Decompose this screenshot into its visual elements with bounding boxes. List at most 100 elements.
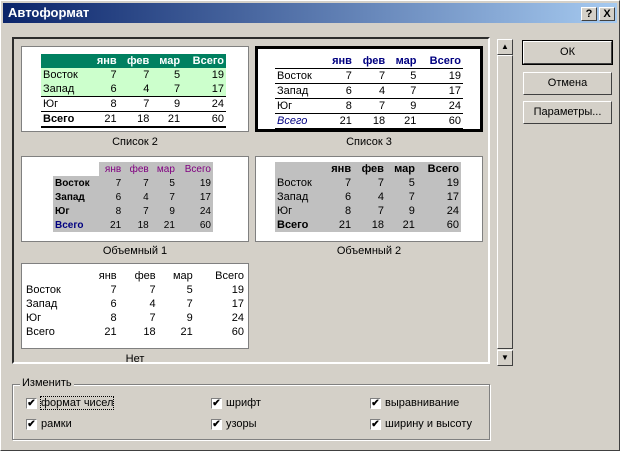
cell: Запад xyxy=(26,298,58,310)
cell: Юг xyxy=(53,204,100,218)
cell: 21 xyxy=(104,113,117,125)
autoformat-dialog: Автоформат ? X янв фев мар Всего Восток 7 7 5 1… xyxy=(0,0,620,451)
cell: 7 xyxy=(143,69,150,81)
format-list2[interactable]: янв фев мар Всего Восток 7 7 5 19 Запад 6 4 7 17 Юг… xyxy=(21,46,249,132)
cell: 24 xyxy=(211,98,224,110)
cell: 60 xyxy=(446,219,459,231)
cell: 7 xyxy=(345,70,352,82)
cell: 5 xyxy=(186,284,193,296)
cell: 7 xyxy=(123,204,151,218)
cell: Восток xyxy=(43,69,78,81)
checkbox-label: формат чисел xyxy=(39,396,115,410)
checkbox-check-icon[interactable]: ✔ xyxy=(211,397,222,409)
cell: 7 xyxy=(149,284,156,296)
cell: Запад xyxy=(53,190,100,204)
cell: 60 xyxy=(211,113,224,125)
cell: 21 xyxy=(402,219,415,231)
modify-group-label: Изменить xyxy=(20,377,74,389)
format-list3[interactable]: янв фев мар Всего Восток 7 7 5 19 Запад 6 4 7 17 Юг… xyxy=(255,46,483,132)
cell: фев xyxy=(362,55,386,67)
cell: Запад xyxy=(277,85,309,97)
checkbox-label: шрифт xyxy=(226,397,261,409)
cancel-button[interactable]: Отмена xyxy=(523,72,612,95)
checkbox-check-icon[interactable]: ✔ xyxy=(370,397,381,409)
close-button[interactable]: X xyxy=(599,7,615,21)
cell: 60 xyxy=(231,326,244,338)
cell: фев xyxy=(126,55,150,67)
cell: 21 xyxy=(150,218,177,232)
checkbox-check-icon[interactable]: ✔ xyxy=(370,418,381,430)
cell: 6 xyxy=(110,298,117,310)
cell: 7 xyxy=(186,298,193,310)
scroll-thumb[interactable] xyxy=(497,55,513,349)
title-bar[interactable]: Автоформат ? X xyxy=(3,3,617,23)
cell: 7 xyxy=(410,85,417,97)
cell: Всего xyxy=(429,55,461,67)
cell: янв xyxy=(332,55,352,67)
checkbox-check-icon[interactable]: ✔ xyxy=(26,397,37,409)
preview-table-list2: янв фев мар Всего Восток 7 7 5 19 Запад 6 4 7 17 Юг… xyxy=(41,54,226,128)
format-3d1[interactable]: янв фев мар Всего Восток 7 7 5 19 Запад 6 4 7 17 Юг… xyxy=(21,156,249,242)
borders-checkbox[interactable]: ✔ рамки xyxy=(26,418,72,430)
checkbox-label: выравнивание xyxy=(385,397,460,409)
ok-button[interactable]: ОК xyxy=(522,40,613,65)
checkbox-check-icon[interactable]: ✔ xyxy=(211,418,222,430)
cell: Всего xyxy=(43,113,75,125)
number-format-checkbox[interactable]: ✔ формат чисел xyxy=(26,396,115,410)
cell: 7 xyxy=(149,312,156,324)
cell: янв xyxy=(96,55,117,67)
checkbox-check-icon[interactable]: ✔ xyxy=(26,418,37,430)
preview-table-3d2: янв фев мар Всего Восток 7 7 5 19 Запад 6 4 7 17 Юг… xyxy=(275,162,461,232)
cell: 7 xyxy=(377,177,384,189)
cell: 6 xyxy=(344,191,352,203)
cell: 7 xyxy=(408,191,415,203)
width-height-checkbox[interactable]: ✔ ширину и высоту xyxy=(370,418,472,430)
cell: 21 xyxy=(338,219,352,231)
cell: 24 xyxy=(448,100,461,112)
format-caption: Список 3 xyxy=(346,136,392,148)
cell: 4 xyxy=(143,83,150,95)
cell: 21 xyxy=(339,115,352,127)
gallery-scrollbar[interactable]: ▲ ▼ xyxy=(497,39,513,366)
cell: Всего xyxy=(427,163,459,175)
cell: 7 xyxy=(174,83,181,95)
cell: мар xyxy=(159,55,181,67)
cell: Юг xyxy=(26,312,42,324)
cell: 4 xyxy=(377,191,384,203)
cell: 18 xyxy=(371,219,384,231)
cell: 21 xyxy=(404,115,417,127)
cell: янв xyxy=(331,163,352,175)
cell: 5 xyxy=(408,177,415,189)
format-none[interactable]: янв фев мар Всего Восток 7 7 5 19 Запад 6 4 7 17 Юг… xyxy=(21,263,249,349)
cell: Восток xyxy=(277,177,312,189)
alignment-checkbox[interactable]: ✔ выравнивание xyxy=(370,397,459,409)
format-gallery: янв фев мар Всего Восток 7 7 5 19 Запад 6 4 7 17 Юг… xyxy=(12,37,490,365)
cell: 7 xyxy=(344,177,352,189)
scroll-up-icon[interactable]: ▲ xyxy=(497,39,513,55)
cell: 4 xyxy=(123,190,151,204)
options-button[interactable]: Параметры... xyxy=(523,101,612,124)
cell: 19 xyxy=(231,284,244,296)
cell: фев xyxy=(361,163,384,175)
cell: 7 xyxy=(150,190,177,204)
format-3d2[interactable]: янв фев мар Всего Восток 7 7 5 19 Запад 6 4 7 17 Юг… xyxy=(255,156,483,242)
format-caption: Список 2 xyxy=(112,136,158,148)
cell: Запад xyxy=(277,191,309,203)
preview-table-none: янв фев мар Всего Восток 7 7 5 19 Запад 6 4 7 17 Юг… xyxy=(24,269,246,339)
cell: 7 xyxy=(110,284,117,296)
help-button[interactable]: ? xyxy=(581,7,597,21)
cell: 9 xyxy=(150,204,177,218)
cell: Всего xyxy=(26,326,55,338)
scroll-down-icon[interactable]: ▼ xyxy=(497,350,513,366)
patterns-checkbox[interactable]: ✔ узоры xyxy=(211,418,257,430)
cell: Всего xyxy=(277,219,309,231)
cell: 17 xyxy=(176,190,213,204)
font-checkbox[interactable]: ✔ шрифт xyxy=(211,397,261,409)
cell: 21 xyxy=(104,326,117,338)
cell: 5 xyxy=(174,69,181,81)
cell: 21 xyxy=(167,113,181,125)
cell: 21 xyxy=(180,326,193,338)
cell: Юг xyxy=(277,100,293,112)
cell: 17 xyxy=(211,83,224,95)
cell: 17 xyxy=(448,85,461,97)
